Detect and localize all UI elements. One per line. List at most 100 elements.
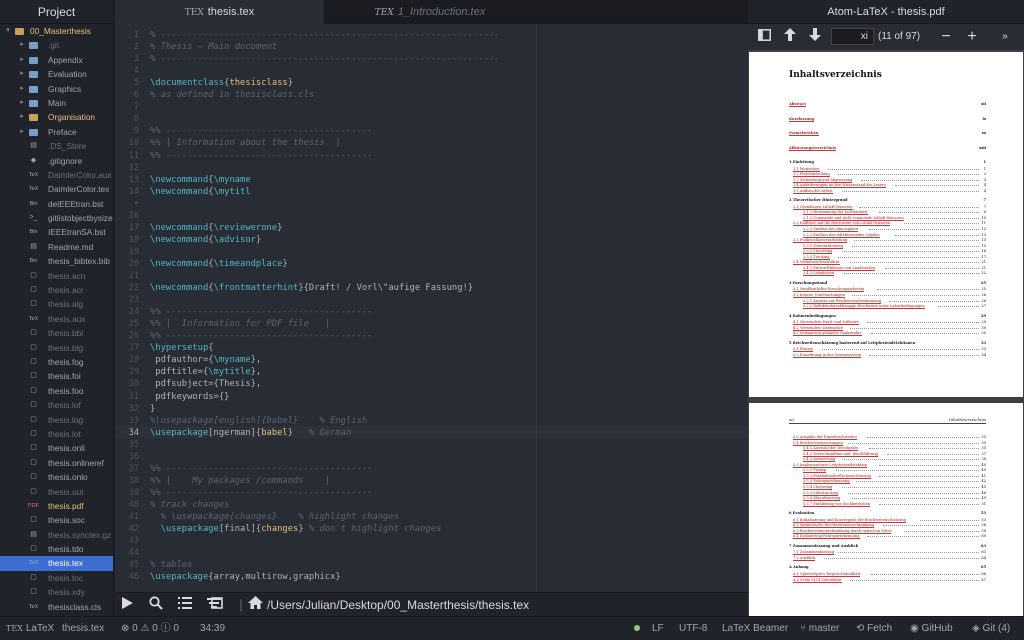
tab-label: 1_Introduction.tex: [397, 6, 486, 18]
tree-folder[interactable]: ▸ Organisation: [0, 110, 113, 124]
tree-file[interactable]: ▢ thesis.tdo: [0, 542, 113, 556]
tree-file[interactable]: ◆ .gitignore: [0, 154, 113, 168]
tree-file[interactable]: TeX thesis.tex: [0, 556, 113, 571]
toc-title: 3.2 Interne Untersuchungen: [793, 292, 845, 298]
tree-file[interactable]: TeX DaimlerColor.aux: [0, 168, 113, 182]
tree-file[interactable]: ▢ thesis.onli: [0, 441, 113, 455]
tree-file[interactable]: ▢ thesis.out: [0, 485, 113, 499]
toc-page: 17: [981, 254, 986, 259]
tree-file[interactable]: ▢ thesis.alg: [0, 297, 113, 311]
tree-file[interactable]: ▢ thesis.xdy: [0, 585, 113, 599]
line-number: 10: [128, 138, 139, 149]
toc-page: 8: [983, 210, 986, 215]
tree-folder[interactable]: ▸ Graphics: [0, 82, 113, 96]
tree-file[interactable]: ▢ thesis.lof: [0, 398, 113, 412]
grammar-indicator[interactable]: TEX LaTeX: [6, 617, 54, 640]
tree-file[interactable]: ▢ thesis.blg: [0, 341, 113, 355]
tree-file[interactable]: TeX DaimlerColor.tex: [0, 182, 113, 196]
tree-file[interactable]: Bin IEEEtranSA.bst: [0, 225, 113, 239]
tree-file[interactable]: Bin delEEEtran.bst: [0, 197, 113, 211]
list-icon[interactable]: [177, 596, 193, 614]
file-type-icon: ▢: [30, 458, 37, 466]
tree-file[interactable]: ▤ .DS_Store: [0, 139, 113, 153]
tree-item-label: thesis.synctex.gz: [48, 529, 112, 540]
tree-file[interactable]: ▢ thesis.fog: [0, 355, 113, 369]
tree-file[interactable]: ▤ Readme.md: [0, 240, 113, 254]
git-branch[interactable]: ⑂ master: [800, 617, 839, 640]
code-line: %% -------------------------------------…: [150, 151, 372, 161]
line-number: 6: [133, 90, 139, 101]
file-encoding[interactable]: UTF-8: [679, 617, 707, 640]
page-number-input[interactable]: xi: [831, 28, 874, 45]
toc-page: 49: [981, 496, 986, 501]
tree-file[interactable]: ▤ thesis.synctex.gz: [0, 528, 113, 542]
tree-folder[interactable]: ▸ Preface: [0, 125, 113, 139]
file-type-icon: Bin: [29, 258, 38, 265]
tree-file[interactable]: Bin thesis_bibtex.bib: [0, 254, 113, 268]
stop-icon[interactable]: [209, 596, 225, 614]
tree-file[interactable]: ▢ thesis.acn: [0, 269, 113, 283]
tree-file[interactable]: TeX thesis.aux: [0, 312, 113, 326]
toc-page: 7: [983, 204, 986, 209]
previous-page-icon[interactable]: [781, 28, 799, 46]
tree-file[interactable]: PDF thesis.pdf: [0, 499, 113, 513]
code-token: }{Draft! / Vorl\"aufige Fassung!}: [298, 283, 474, 294]
tree-file[interactable]: ▢ thesis.onlineref: [0, 456, 113, 470]
line-ending[interactable]: LF: [652, 617, 664, 640]
toc-title: A.2 Scala VLS1-Datenblatt: [793, 577, 842, 583]
diagnostics-summary[interactable]: ⊗ 0 ⚠ 0 ⓘ 0: [121, 617, 179, 640]
chevron-right-icon: ▸: [20, 55, 24, 63]
git-button[interactable]: ◈ Git (4): [972, 617, 1010, 640]
pdf-page-toc-2[interactable]: xii Inhaltsverzeichnis 5.3 Ausgabe der E…: [749, 403, 1023, 616]
tree-file[interactable]: ▢ thesis.acr: [0, 283, 113, 297]
next-page-icon[interactable]: [806, 28, 824, 46]
error-icon: ⊗: [121, 623, 130, 634]
tree-file[interactable]: ▢ thesis.onlo: [0, 470, 113, 484]
toc-leader-dots: [842, 189, 979, 192]
tree-file[interactable]: TeX thesisclass.cls: [0, 600, 113, 614]
code-editor[interactable]: 1 2 3 4 5 6 7 8 9 10 11 12 13 14 • 16 17 18 19 20 21 22 23 24 25…: [115, 24, 748, 592]
sidebar-toggle-icon[interactable]: [755, 28, 773, 46]
more-chevron-icon[interactable]: »: [996, 28, 1014, 46]
tree-file[interactable]: ▢ thesis.lot: [0, 427, 113, 441]
code-line: %% -------------------------------------…: [150, 331, 372, 341]
toc-title: 5.5.6 Klassifizierung: [803, 496, 841, 502]
tree-file[interactable]: >_ gitlistobjectbysize: [0, 211, 113, 225]
tree-file[interactable]: ▢ thesis.foi: [0, 369, 113, 383]
fetch-button[interactable]: ⟲ Fetch: [856, 617, 892, 640]
pdf-page-toc-1[interactable]: Inhaltsverzeichnis Abstract xii Kurzfassun…: [749, 52, 1023, 397]
home-icon[interactable]: [247, 596, 263, 614]
tree-file[interactable]: ▢ thesis.bbl: [0, 326, 113, 340]
tree-folder[interactable]: ▸ .git: [0, 38, 113, 52]
tree-folder[interactable]: ▸ Appendix: [0, 53, 113, 67]
code-token: },: [250, 367, 262, 378]
current-file-name[interactable]: thesis.tex: [62, 617, 104, 640]
tab-introduction-tex[interactable]: TEX 1_Introduction.tex: [325, 0, 535, 24]
toc-title: 5 Reichweitenschätzung basierend auf Lei…: [789, 340, 916, 345]
tree-item-label: thesis_bibtex.bib: [48, 256, 110, 267]
zoom-in-icon[interactable]: +: [963, 28, 981, 46]
github-button[interactable]: ◉ GitHub: [910, 617, 953, 640]
tab-thesis-tex[interactable]: TEX thesis.tex: [115, 0, 325, 24]
line-number: 4: [133, 66, 139, 77]
cursor-position[interactable]: 34:39: [200, 617, 225, 640]
line-number: 35: [128, 439, 139, 450]
root-file-path[interactable]: /Users/Julian/Desktop/00_Masterthesis/th…: [267, 593, 529, 617]
tree-file[interactable]: ▢ thesis.soc: [0, 513, 113, 527]
tree-item-label: thesis.pdf: [48, 500, 84, 511]
tree-folder[interactable]: ▸ Main: [0, 96, 113, 110]
play-build-icon[interactable]: [119, 596, 135, 614]
toc-page: 4: [983, 188, 986, 193]
toc-leader-dots: [878, 210, 979, 214]
tree-folder[interactable]: ▾ 00_Masterthesis: [0, 24, 113, 38]
search-icon[interactable]: [148, 596, 164, 614]
zoom-out-icon[interactable]: −: [937, 28, 955, 46]
grammar-selector[interactable]: LaTeX Beamer: [722, 617, 788, 640]
tree-file[interactable]: ▢ thesis.log: [0, 413, 113, 427]
code-line: \newcommand{\frontmatterhint}{Draft! / V…: [150, 283, 473, 293]
tree-file[interactable]: ▢ thesis.foo: [0, 384, 113, 398]
tree-file[interactable]: ▢ thesis.toc: [0, 571, 113, 585]
tree-folder[interactable]: ▸ Evaluation: [0, 67, 113, 81]
toc-title: 1.4 Anforderungen an den Wissenstand des…: [793, 183, 886, 189]
page-header-title: Inhaltsverzeichnis: [948, 417, 986, 422]
